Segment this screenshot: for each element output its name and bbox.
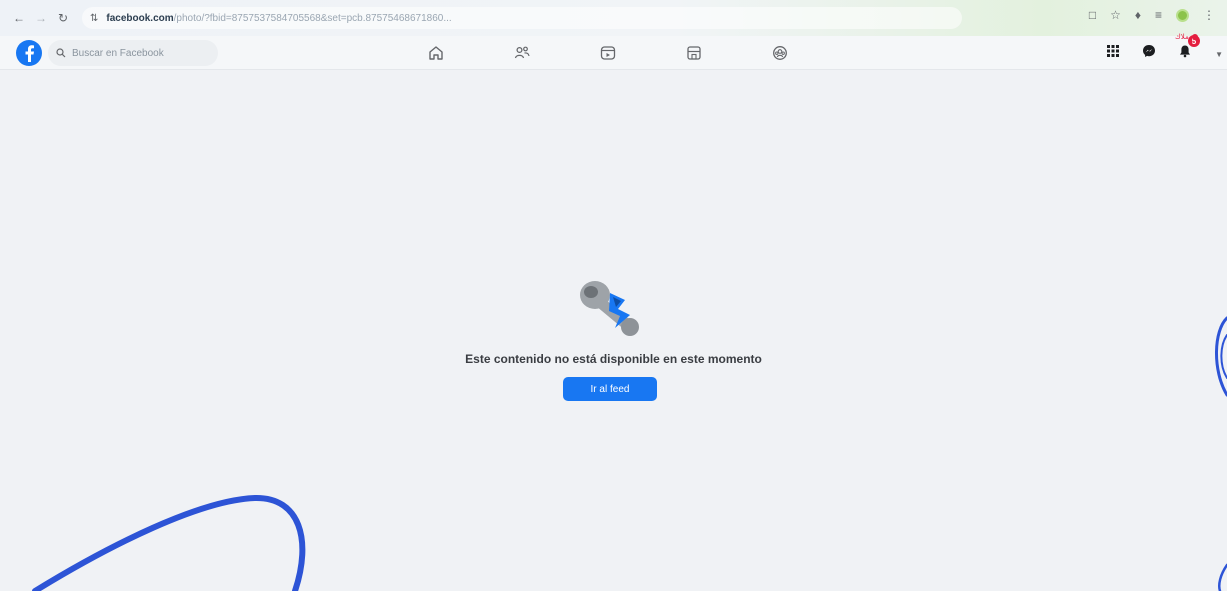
arrow-left-icon: ←	[13, 11, 25, 25]
messenger-icon	[1143, 45, 1155, 57]
nav-friends[interactable]	[512, 43, 532, 63]
broken-wrench-icon	[580, 281, 639, 336]
reload-icon: ↻	[57, 11, 69, 25]
facebook-header: Buscar en Facebook 5 ▼	[0, 35, 1227, 70]
nav-video[interactable]	[598, 43, 618, 63]
marketplace-icon	[687, 46, 701, 60]
unavailable-message: Este contenido no está disponible en est…	[465, 352, 762, 366]
reload-button[interactable]: ↻	[54, 8, 72, 28]
grid-menu-icon	[1107, 45, 1119, 57]
search-placeholder: Buscar en Facebook	[72, 47, 164, 59]
address-bar[interactable]: ⇅ facebook.com /photo/?fbid=875753758470…	[82, 7, 962, 29]
nav-groups[interactable]	[770, 43, 790, 63]
handwritten-annotation: ملاك	[1175, 34, 1189, 41]
profile-avatar[interactable]	[1176, 8, 1189, 22]
browser-actions: □ ☆ ♦ ≡ ⋮	[1089, 8, 1215, 22]
annotation-dot	[1192, 34, 1198, 40]
back-button[interactable]: ←	[10, 8, 28, 28]
nav-home[interactable]	[426, 43, 446, 63]
header-actions: 5	[1101, 35, 1200, 63]
facebook-f-icon	[25, 45, 34, 62]
notifications-button[interactable]: 5	[1173, 35, 1200, 63]
messenger-button[interactable]	[1137, 39, 1161, 63]
search-input[interactable]: Buscar en Facebook	[48, 40, 218, 66]
tune-icon[interactable]: ⇅	[90, 13, 98, 24]
arrow-right-icon: →	[35, 11, 47, 25]
video-icon	[600, 46, 616, 60]
forward-button[interactable]: →	[32, 8, 50, 28]
friends-icon	[514, 46, 530, 59]
groups-icon	[773, 46, 787, 60]
facebook-logo[interactable]	[16, 40, 42, 66]
extensions-icon[interactable]: ♦	[1135, 8, 1141, 22]
nav-marketplace[interactable]	[684, 43, 704, 63]
search-icon	[56, 48, 66, 58]
url-domain: facebook.com	[106, 12, 174, 24]
bookmark-star-icon[interactable]: ☆	[1110, 8, 1121, 22]
menu-button[interactable]	[1101, 39, 1125, 63]
home-icon	[429, 46, 443, 60]
chevron-down-icon[interactable]: ▼	[1215, 50, 1223, 59]
go-to-feed-button[interactable]: Ir al feed	[563, 377, 657, 401]
media-icon[interactable]: ≡	[1155, 8, 1162, 22]
cast-icon[interactable]: □	[1089, 8, 1096, 22]
kebab-menu-icon[interactable]: ⋮	[1203, 8, 1215, 22]
url-path: /photo/?fbid=8757537584705568&set=pcb.87…	[173, 12, 452, 24]
browser-toolbar: ← → ↻ ⇅ facebook.com /photo/?fbid=875753…	[0, 0, 1227, 36]
